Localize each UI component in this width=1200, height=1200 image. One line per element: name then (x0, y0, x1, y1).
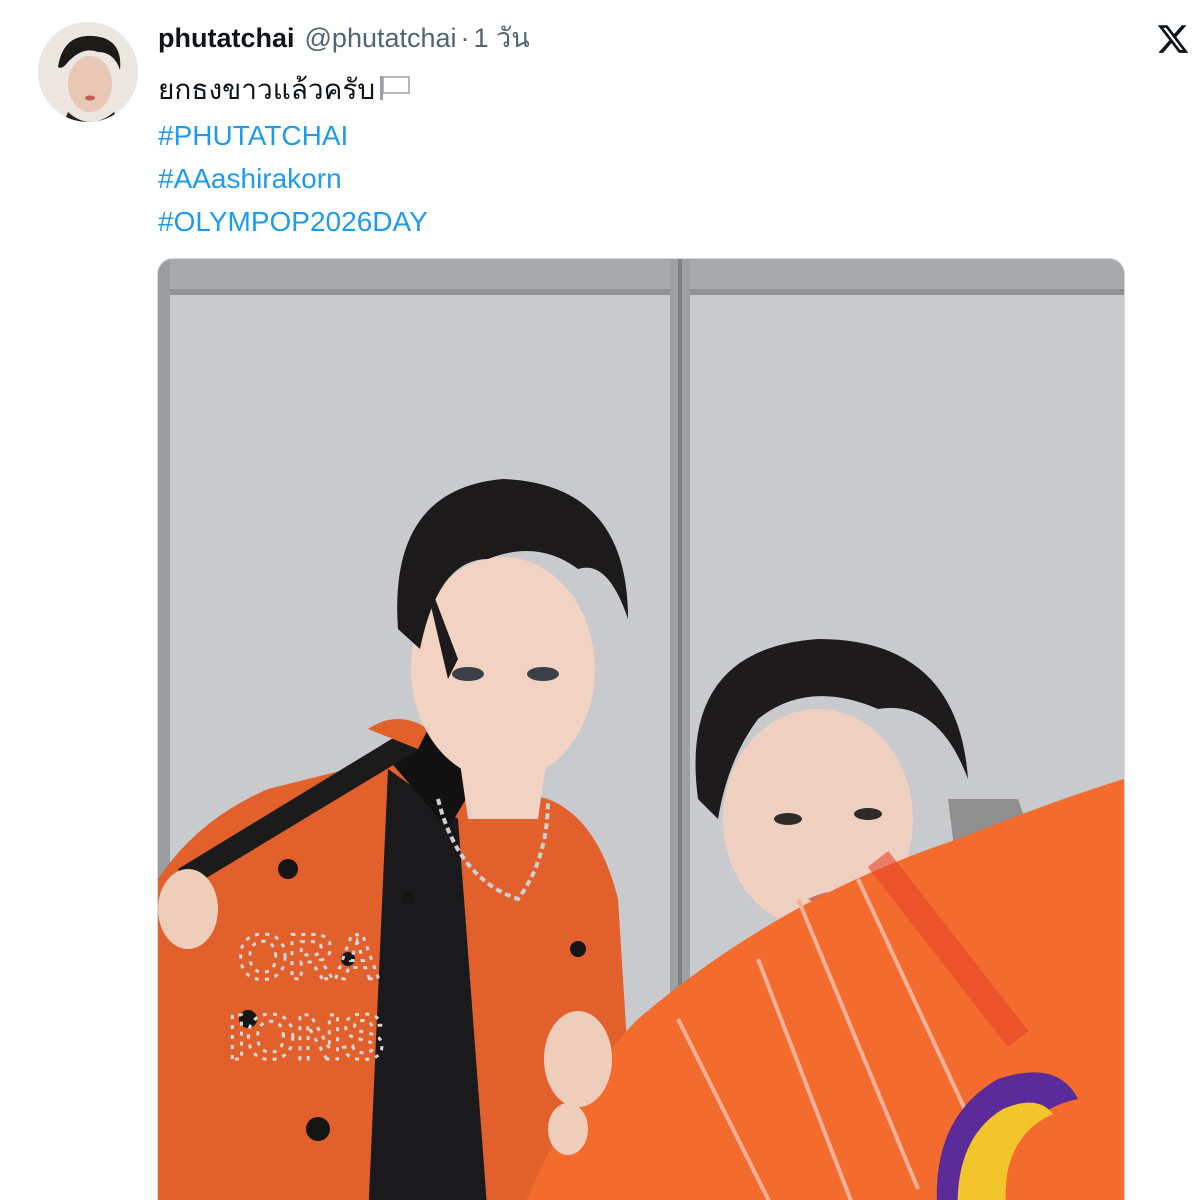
hashtag-phutatchai[interactable]: #PHUTATCHAI (158, 114, 1138, 157)
user-handle[interactable]: @phutatchai (305, 20, 457, 56)
jacket-text-top: ORA (238, 921, 380, 993)
x-logo-icon[interactable] (1156, 22, 1190, 56)
white-flag-icon (378, 71, 412, 114)
avatar[interactable] (38, 22, 138, 122)
timestamp[interactable]: 1 วัน (474, 20, 530, 56)
hashtag-aaashirakorn[interactable]: #AAashirakorn (158, 157, 1138, 200)
tweet-header: phutatchai @phutatchai · 1 วัน (158, 20, 530, 56)
separator-dot: · (460, 23, 470, 53)
display-name[interactable]: phutatchai (158, 20, 295, 56)
tweet-text: ยกธงขาวแล้วครับ #PHUTATCHAI #AAashirakor… (158, 68, 1138, 243)
photo-illustration: ORA IONS (158, 259, 1124, 1200)
tweet-body: ยกธงขาวแล้วครับ (158, 74, 376, 105)
hashtag-olympop2026day[interactable]: #OLYMPOP2026DAY (158, 200, 1138, 243)
tweet-photo[interactable]: ORA IONS (157, 258, 1125, 1200)
jacket-text-bottom: IONS (228, 1001, 384, 1073)
avatar-image (38, 22, 138, 122)
tweet-body-line: ยกธงขาวแล้วครับ (158, 68, 1138, 114)
